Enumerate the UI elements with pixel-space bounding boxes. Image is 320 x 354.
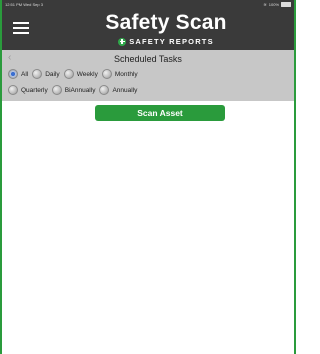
radio-label: Monthly (114, 70, 138, 78)
radio-quarterly[interactable]: Quarterly (8, 85, 48, 95)
filter-panel: ‹ Scheduled Tasks All Daily Weekly Month… (2, 50, 294, 101)
status-bar: 12:51 PM Wed Sep 3 ≋ 100% (2, 0, 294, 9)
battery-percent: 100% (268, 2, 279, 7)
scan-asset-button[interactable]: Scan Asset (95, 105, 225, 121)
radio-weekly[interactable]: Weekly (63, 69, 98, 79)
brand-logo: SAFETY REPORTS (2, 37, 294, 46)
radio-unselected-icon (99, 85, 110, 95)
battery-icon (281, 2, 291, 7)
section-title: Scheduled Tasks (114, 54, 182, 64)
app-header: Safety Scan SAFETY REPORTS (2, 9, 294, 50)
radio-unselected-icon (32, 69, 43, 79)
plus-cross-icon (118, 37, 127, 46)
radio-biannually[interactable]: BiAnnually (51, 85, 96, 95)
radio-label: Daily (45, 70, 60, 78)
radio-selected-icon (8, 69, 18, 79)
task-list-area (2, 124, 294, 354)
frequency-row-2: Quarterly BiAnnually Annually (8, 85, 141, 95)
radio-daily[interactable]: Daily (32, 69, 60, 79)
radio-label: All (21, 70, 29, 78)
app-title: Safety Scan (105, 11, 227, 34)
frequency-row-1: All Daily Weekly Monthly (8, 69, 142, 79)
app-frame: 12:51 PM Wed Sep 3 ≋ 100% Safety Scan SA… (0, 0, 296, 354)
radio-label: BiAnnually (64, 86, 96, 94)
radio-unselected-icon (8, 85, 18, 95)
radio-unselected-icon (101, 69, 112, 79)
radio-monthly[interactable]: Monthly (101, 69, 138, 79)
radio-label: Weekly (76, 70, 98, 78)
wifi-icon: ≋ (263, 2, 267, 7)
status-right: ≋ 100% (263, 0, 291, 9)
radio-unselected-icon (51, 85, 62, 95)
radio-all[interactable]: All (8, 69, 28, 79)
radio-label: Annually (112, 86, 138, 94)
brand-name: SAFETY REPORTS (129, 37, 214, 46)
radio-unselected-icon (63, 69, 74, 79)
status-time: 12:51 PM Wed Sep 3 (5, 2, 43, 7)
radio-annually[interactable]: Annually (99, 85, 137, 95)
radio-label: Quarterly (21, 86, 48, 94)
